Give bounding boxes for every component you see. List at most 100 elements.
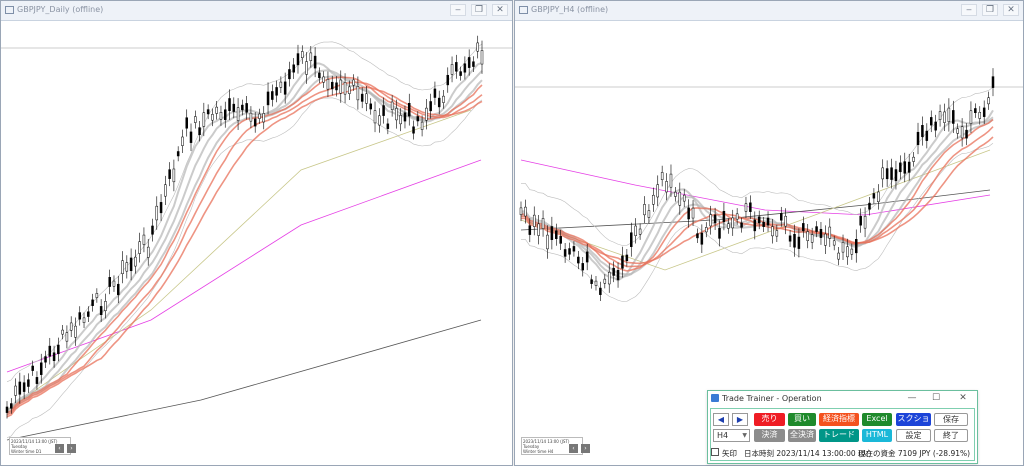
candle-body xyxy=(912,156,915,162)
screenshot-button[interactable]: スクショ xyxy=(896,413,931,426)
ema-ribbon-red xyxy=(6,86,483,418)
bollinger-upper-line xyxy=(6,41,483,383)
candle-body xyxy=(74,325,77,338)
candle-body xyxy=(846,246,849,258)
candle-body xyxy=(952,110,955,124)
candle-body xyxy=(837,252,840,260)
trade-trainer-title: Trade Trainer - Operation xyxy=(722,394,822,403)
arrow-checkbox[interactable] xyxy=(711,448,719,456)
candle-body xyxy=(607,271,611,285)
candle-body xyxy=(925,130,929,141)
candle-body xyxy=(18,381,22,395)
candle-body xyxy=(532,214,536,227)
chart-next-button[interactable]: › xyxy=(67,444,76,453)
close-button[interactable]: ✕ xyxy=(957,393,969,403)
candle-body xyxy=(797,236,801,249)
candle-body xyxy=(442,95,445,103)
sell-button[interactable]: 売り xyxy=(754,413,785,426)
timeframe-select[interactable]: H4 ▼ xyxy=(713,429,750,442)
candle-body xyxy=(121,260,124,274)
candle-body xyxy=(828,226,832,239)
candle-body xyxy=(572,246,576,252)
candle-body xyxy=(279,81,283,88)
chart-next-button[interactable]: › xyxy=(581,444,590,453)
chart-prev-button[interactable]: ‹ xyxy=(569,444,578,453)
candle-body xyxy=(757,216,761,224)
candle-body xyxy=(390,101,394,111)
daily-chart-titlebar[interactable]: GBPJPY_Daily (offline) ‒ ❐ ✕ xyxy=(1,1,512,21)
settle-button[interactable]: 決済 xyxy=(754,429,785,442)
candle-body xyxy=(219,111,223,120)
ema-ribbon-red xyxy=(6,81,483,416)
excel-button[interactable]: Excel xyxy=(862,413,892,426)
candle-body xyxy=(766,217,770,226)
prev-bar-button[interactable]: ◀ xyxy=(713,413,729,426)
candle-body xyxy=(301,51,304,59)
minimize-button[interactable]: ‒ xyxy=(961,4,977,16)
candle-body xyxy=(965,129,968,139)
candle-body xyxy=(855,239,858,254)
candle-body xyxy=(700,232,704,245)
candle-body xyxy=(850,248,854,255)
close-button[interactable]: ✕ xyxy=(492,4,508,16)
buy-button[interactable]: 買い xyxy=(788,413,816,426)
candle-body xyxy=(292,64,295,73)
maximize-button[interactable]: ☐ xyxy=(930,393,942,403)
daily-chart-window[interactable]: GBPJPY_Daily (offline) ‒ ❐ ✕ 2023/11/14 … xyxy=(0,0,513,466)
candle-body xyxy=(709,214,712,227)
candle-body xyxy=(824,233,827,246)
candle-body xyxy=(978,112,982,119)
candle-body xyxy=(69,322,73,331)
candle-body xyxy=(744,203,748,212)
close-button[interactable]: ✕ xyxy=(1003,4,1019,16)
settings-button[interactable]: 設定 xyxy=(896,429,931,442)
minimize-button[interactable]: ‒ xyxy=(450,4,466,16)
candle-body xyxy=(117,283,120,296)
candle-body xyxy=(890,167,893,180)
candle-body xyxy=(568,248,571,255)
candle-body xyxy=(832,240,836,246)
restore-button[interactable]: ❐ xyxy=(471,4,487,16)
candle-body xyxy=(206,109,210,115)
candle-body xyxy=(634,225,637,236)
html-button[interactable]: HTML xyxy=(862,429,892,442)
restore-button[interactable]: ❐ xyxy=(982,4,998,16)
candle-body xyxy=(181,136,184,146)
minimize-button[interactable]: — xyxy=(906,393,918,403)
candle-body xyxy=(550,226,554,240)
h4-chart-titlebar[interactable]: GBPJPY_H4 (offline) ‒ ❐ ✕ xyxy=(515,1,1023,21)
settle-all-button[interactable]: 全決済 xyxy=(788,429,816,442)
candle-body xyxy=(665,181,668,193)
daily-price-chart[interactable] xyxy=(1,20,512,465)
candle-body xyxy=(245,103,248,113)
trade-trainer-titlebar[interactable]: Trade Trainer - Operation — ☐ ✕ xyxy=(708,391,977,407)
candle-body xyxy=(713,214,717,224)
chart-prev-button[interactable]: ‹ xyxy=(55,444,64,453)
economic-indicators-button[interactable]: 経済指標 xyxy=(819,413,859,426)
candle-body xyxy=(5,406,9,413)
candle-body xyxy=(762,221,765,227)
candle-body xyxy=(868,202,871,210)
chart-window-icon xyxy=(519,6,528,14)
candle-body xyxy=(638,228,642,235)
candle-body xyxy=(947,107,951,123)
candle-body xyxy=(412,126,415,134)
candle-body xyxy=(612,267,615,276)
candle-body xyxy=(718,228,721,239)
candle-body xyxy=(373,110,377,124)
candle-body xyxy=(138,241,141,254)
trade-trainer-window[interactable]: Trade Trainer - Operation — ☐ ✕ ◀ ▶ 売り 買… xyxy=(707,390,978,464)
next-bar-button[interactable]: ▶ xyxy=(732,413,748,426)
exit-button[interactable]: 終了 xyxy=(934,429,968,442)
candle-body xyxy=(129,257,133,272)
candle-body xyxy=(151,225,154,235)
candle-body xyxy=(326,79,330,90)
save-button[interactable]: 保存 xyxy=(934,413,968,426)
ema-ribbon-gray xyxy=(6,75,483,415)
candle-body xyxy=(288,69,291,80)
candle-body xyxy=(788,235,792,242)
trade-button[interactable]: トレード xyxy=(819,429,859,442)
candle-body xyxy=(682,194,686,202)
candle-body xyxy=(519,207,523,215)
candle-body xyxy=(369,103,372,110)
